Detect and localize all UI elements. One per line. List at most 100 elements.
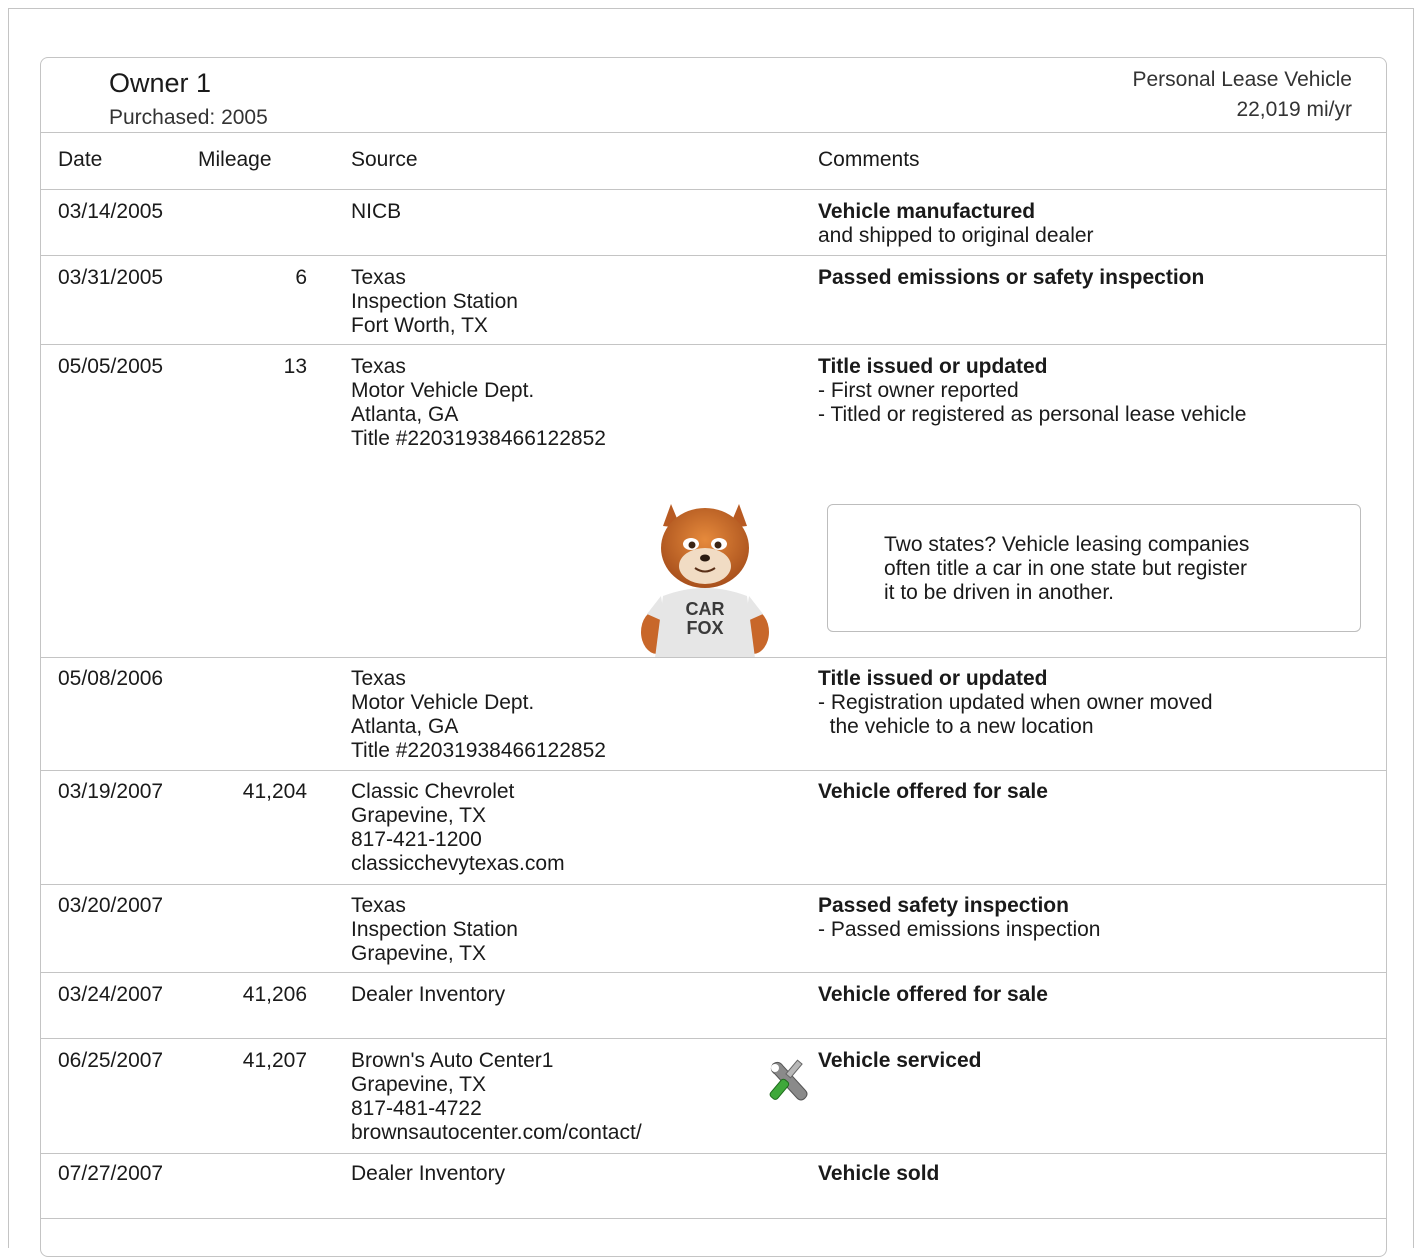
comment-line: and shipped to original dealer	[818, 224, 1094, 247]
source-line: Texas	[351, 894, 406, 917]
row-comments: Passed safety inspection - Passed emissi…	[818, 894, 1100, 942]
comment-title: Passed emissions or safety inspection	[818, 266, 1205, 289]
comment-title: Vehicle offered for sale	[818, 780, 1048, 803]
comment-line: the vehicle to a new location	[818, 715, 1094, 738]
comment-title: Vehicle serviced	[818, 1049, 982, 1072]
miles-per-year: 22,019 mi/yr	[1236, 98, 1352, 121]
comment-title: Vehicle offered for sale	[818, 983, 1048, 1006]
comment-line: - Titled or registered as personal lease…	[818, 403, 1247, 426]
row-date: 07/27/2007	[58, 1162, 164, 1185]
source-line: NICB	[351, 200, 402, 223]
row-date: 03/31/2005	[58, 266, 164, 289]
row-mileage: 41,206	[242, 983, 307, 1006]
tip-line: Two states? Vehicle leasing companies	[884, 533, 1250, 556]
row-comments: Title issued or updated - First owner re…	[818, 355, 1246, 427]
source-line: Motor Vehicle Dept.	[351, 691, 535, 714]
divider	[41, 132, 1386, 133]
source-line: Brown's Auto Center1	[351, 1049, 554, 1072]
comment-line: - Passed emissions inspection	[818, 918, 1101, 941]
divider	[41, 657, 1386, 658]
row-source: Dealer Inventory	[351, 983, 505, 1007]
row-date: 03/14/2005	[58, 200, 164, 223]
divider	[41, 189, 1386, 190]
owner-card: Owner 1 Purchased: 2005 Personal Lease V…	[40, 57, 1387, 1257]
row-date: 03/19/2007	[58, 780, 164, 803]
row-mileage: 6	[295, 266, 307, 289]
row-date: 05/08/2006	[58, 667, 164, 690]
row-comments: Vehicle serviced	[818, 1049, 981, 1073]
column-header-mileage: Mileage	[198, 148, 272, 171]
source-line: Dealer Inventory	[351, 983, 506, 1006]
comment-title: Passed safety inspection	[818, 894, 1069, 917]
divider	[41, 344, 1386, 345]
source-line: 817-481-4722	[351, 1097, 482, 1120]
source-line: Texas	[351, 667, 406, 690]
source-line: brownsautocenter.com/contact/	[351, 1121, 642, 1144]
divider	[41, 1153, 1386, 1154]
comment-line: - First owner reported	[818, 379, 1019, 402]
source-line: Inspection Station	[351, 918, 518, 941]
owner-title: Owner 1	[109, 68, 212, 98]
row-source: Texas Motor Vehicle Dept. Atlanta, GA Ti…	[351, 355, 606, 451]
vehicle-use-type: Personal Lease Vehicle	[1132, 68, 1353, 91]
tip-line: often title a car in one state but regis…	[884, 557, 1248, 580]
info-tip-box: Two states? Vehicle leasing companies of…	[827, 504, 1361, 632]
row-date: 06/25/2007	[58, 1049, 164, 1072]
wrench-screwdriver-icon	[769, 1059, 808, 1101]
row-mileage: 13	[283, 355, 307, 378]
row-source: Texas Inspection Station Grapevine, TX	[351, 894, 518, 966]
comment-line: - Registration updated when owner moved	[818, 691, 1213, 714]
column-header-date: Date	[58, 148, 103, 171]
mascot-shirt-text: CAR	[686, 599, 725, 619]
source-line: Motor Vehicle Dept.	[351, 379, 535, 402]
row-comments: Vehicle offered for sale	[818, 780, 1048, 804]
source-line: Classic Chevrolet	[351, 780, 515, 803]
row-source: Texas Motor Vehicle Dept. Atlanta, GA Ti…	[351, 667, 606, 763]
row-source: Texas Inspection Station Fort Worth, TX	[351, 266, 518, 338]
comment-title: Vehicle sold	[818, 1162, 940, 1185]
row-source: Brown's Auto Center1 Grapevine, TX 817-4…	[351, 1049, 642, 1145]
row-mileage: 41,204	[242, 780, 307, 803]
source-line: Atlanta, GA	[351, 403, 459, 426]
carfox-mascot: CAR FOX	[641, 504, 769, 658]
tip-line: it to be driven in another.	[884, 581, 1114, 604]
row-date: 03/24/2007	[58, 983, 164, 1006]
column-header-source: Source	[351, 148, 418, 171]
row-comments: Passed emissions or safety inspection	[818, 266, 1204, 290]
divider	[41, 972, 1386, 973]
source-line: Title #22031938466122852	[351, 739, 606, 762]
source-line: Texas	[351, 266, 406, 289]
comment-title: Title issued or updated	[818, 355, 1048, 378]
row-comments: Vehicle manufactured and shipped to orig…	[818, 200, 1094, 248]
source-line: Texas	[351, 355, 406, 378]
source-line: Dealer Inventory	[351, 1162, 506, 1185]
divider	[41, 884, 1386, 885]
info-tip-text: Two states? Vehicle leasing companies of…	[884, 533, 1324, 605]
source-line: Title #22031938466122852	[351, 427, 606, 450]
source-line: Grapevine, TX	[351, 1073, 487, 1096]
source-line: Grapevine, TX	[351, 942, 487, 965]
row-comments: Vehicle offered for sale	[818, 983, 1048, 1007]
column-header-comments: Comments	[818, 148, 920, 171]
row-source: Classic Chevrolet Grapevine, TX 817-421-…	[351, 780, 565, 876]
source-line: Atlanta, GA	[351, 715, 459, 738]
row-source: Dealer Inventory	[351, 1162, 505, 1186]
source-line: Fort Worth, TX	[351, 314, 488, 337]
row-date: 03/20/2007	[58, 894, 164, 917]
source-line: Grapevine, TX	[351, 804, 487, 827]
source-line: Inspection Station	[351, 290, 518, 313]
divider	[41, 255, 1386, 256]
row-comments: Title issued or updated - Registration u…	[818, 667, 1213, 739]
purchased-year: Purchased: 2005	[109, 106, 268, 129]
divider	[41, 1038, 1386, 1039]
comment-title: Title issued or updated	[818, 667, 1048, 690]
source-line: classicchevytexas.com	[351, 852, 565, 875]
comment-title: Vehicle manufactured	[818, 200, 1036, 223]
source-line: 817-421-1200	[351, 828, 482, 851]
row-source: NICB	[351, 200, 401, 224]
row-date: 05/05/2005	[58, 355, 164, 378]
divider	[41, 1218, 1386, 1219]
mascot-shirt-text: FOX	[686, 618, 723, 638]
row-mileage: 41,207	[242, 1049, 307, 1072]
divider	[41, 770, 1386, 771]
